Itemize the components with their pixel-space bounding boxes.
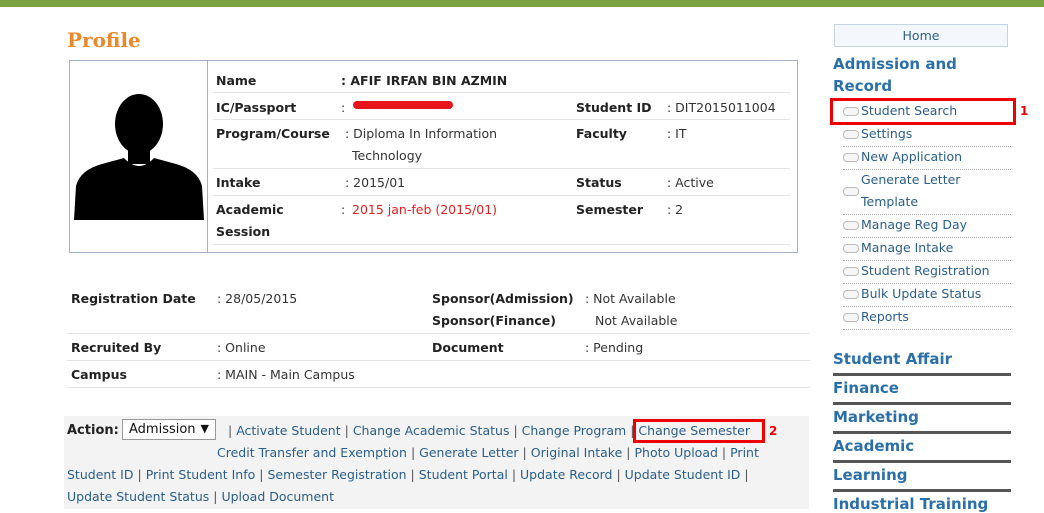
action-links-row-4: Update Student Status | Upload Document	[67, 489, 334, 504]
student-photo	[70, 61, 208, 252]
highlight-box-student-search	[830, 98, 1016, 125]
home-button[interactable]: Home	[834, 24, 1008, 47]
sponsor-admission-value: : Not Available	[585, 291, 676, 306]
upload-document-link[interactable]: Upload Document	[221, 489, 334, 504]
intake-label: Intake	[216, 175, 261, 190]
sidebar-item-manage-intake[interactable]: Manage Intake	[843, 237, 1011, 261]
action-links-row-3: Student ID | Print Student Info | Semest…	[67, 467, 749, 482]
bullet-icon	[843, 153, 859, 162]
credit-transfer-link[interactable]: Credit Transfer and Exemption	[217, 445, 407, 460]
semester-label: Semester	[576, 202, 644, 217]
bullet-icon	[843, 313, 859, 322]
sidebar-item-settings[interactable]: Settings	[843, 123, 1011, 147]
faculty-label: Faculty	[576, 126, 627, 141]
divider	[213, 119, 790, 120]
registration-date-label: Registration Date	[71, 291, 196, 306]
print-student-id-link-part1[interactable]: Print	[730, 445, 759, 460]
action-select-value: Admission	[129, 422, 196, 437]
update-record-link[interactable]: Update Record	[520, 467, 612, 482]
generate-letter-link[interactable]: Generate Letter	[419, 445, 518, 460]
sidebar-item-bulk-update-status[interactable]: Bulk Update Status	[843, 283, 1011, 307]
activate-student-link[interactable]: Activate Student	[236, 423, 340, 438]
bullet-icon	[843, 267, 859, 276]
print-student-id-link-part2[interactable]: Student ID	[67, 467, 134, 482]
recruited-by-value: : Online	[217, 340, 266, 355]
change-program-link[interactable]: Change Program	[522, 423, 627, 438]
print-student-info-link[interactable]: Print Student Info	[146, 467, 256, 482]
bullet-icon	[843, 244, 859, 253]
action-links-row-2: Credit Transfer and Exemption | Generate…	[217, 445, 759, 460]
sidebar-section-finance[interactable]: Finance	[833, 379, 1011, 405]
session-colon: :	[341, 202, 346, 217]
chevron-down-icon: ▼	[200, 422, 209, 435]
sidebar-item-reports[interactable]: Reports	[843, 306, 1011, 330]
status-value: : Active	[667, 175, 714, 190]
action-label: Action:	[67, 423, 119, 438]
sponsor-finance-label: Sponsor(Finance)	[432, 313, 556, 328]
divider	[213, 244, 790, 245]
original-intake-link[interactable]: Original Intake	[531, 445, 623, 460]
sidebar-item-student-registration[interactable]: Student Registration	[843, 260, 1011, 284]
student-portal-link[interactable]: Student Portal	[419, 467, 508, 482]
update-student-id-link[interactable]: Update Student ID	[625, 467, 741, 482]
page-title: Profile	[67, 28, 141, 52]
session-value: 2015 jan-feb (2015/01)	[352, 202, 498, 217]
ic-colon: :	[341, 100, 346, 115]
student-id-label: Student ID	[576, 100, 652, 115]
sidebar-heading-admission-line1[interactable]: Admission and	[833, 55, 957, 73]
sidebar-heading-admission-line2[interactable]: Record	[833, 77, 892, 95]
annotation-number-1: 1	[1020, 104, 1029, 118]
sidebar-section-industrial-training[interactable]: Industrial Training	[833, 495, 1011, 513]
bullet-icon	[843, 187, 859, 196]
sidebar-section-marketing[interactable]: Marketing	[833, 408, 1011, 434]
ic-redaction	[353, 101, 453, 109]
sponsor-admission-label: Sponsor(Admission)	[432, 291, 574, 306]
program-value-line2: Technology	[352, 148, 423, 163]
session-label-line2: Session	[216, 224, 271, 239]
document-value: : Pending	[585, 340, 644, 355]
intake-value: : 2015/01	[345, 175, 406, 190]
sidebar-section-academic[interactable]: Academic	[833, 437, 1011, 463]
sidebar-item-new-application[interactable]: New Application	[843, 146, 1011, 170]
semester-value: : 2	[667, 202, 684, 217]
ic-label: IC/Passport	[216, 100, 297, 115]
bullet-icon	[843, 130, 859, 139]
divider	[67, 333, 810, 334]
divider	[213, 195, 790, 196]
divider	[67, 360, 810, 361]
sponsor-finance-value: Not Available	[595, 313, 678, 328]
name-value: : AFIF IRFAN BIN AZMIN	[341, 73, 508, 88]
campus-value: : MAIN - Main Campus	[217, 367, 355, 382]
highlight-box-change-semester	[633, 419, 765, 443]
sidebar-item-generate-letter-template[interactable]: Generate Letter Template	[843, 169, 1011, 215]
bullet-icon	[843, 290, 859, 299]
bullet-icon	[843, 221, 859, 230]
profile-card	[69, 60, 798, 253]
session-label-line1: Academic	[216, 202, 284, 217]
name-label: Name	[216, 73, 257, 88]
action-select[interactable]: Admission ▼	[122, 419, 216, 440]
registration-date-value: : 28/05/2015	[217, 291, 298, 306]
document-label: Document	[432, 340, 504, 355]
semester-registration-link[interactable]: Semester Registration	[267, 467, 406, 482]
divider	[213, 168, 790, 169]
annotation-number-2: 2	[769, 424, 778, 438]
sidebar-section-learning[interactable]: Learning	[833, 466, 1011, 492]
program-value-line1: : Diploma In Information	[345, 126, 498, 141]
campus-label: Campus	[71, 367, 127, 382]
recruited-by-label: Recruited By	[71, 340, 162, 355]
program-label: Program/Course	[216, 126, 330, 141]
faculty-value: : IT	[667, 126, 687, 141]
sidebar-item-manage-reg-day[interactable]: Manage Reg Day	[843, 214, 1011, 238]
top-accent-bar	[0, 0, 1044, 7]
change-academic-status-link[interactable]: Change Academic Status	[353, 423, 510, 438]
divider	[213, 92, 790, 93]
avatar-silhouette-icon	[74, 94, 204, 220]
photo-upload-link[interactable]: Photo Upload	[634, 445, 717, 460]
update-student-status-link[interactable]: Update Student Status	[67, 489, 209, 504]
student-id-value: : DIT2015011004	[667, 100, 776, 115]
divider	[67, 387, 810, 388]
status-label: Status	[576, 175, 622, 190]
sidebar-section-student-affair[interactable]: Student Affair	[833, 350, 1011, 376]
